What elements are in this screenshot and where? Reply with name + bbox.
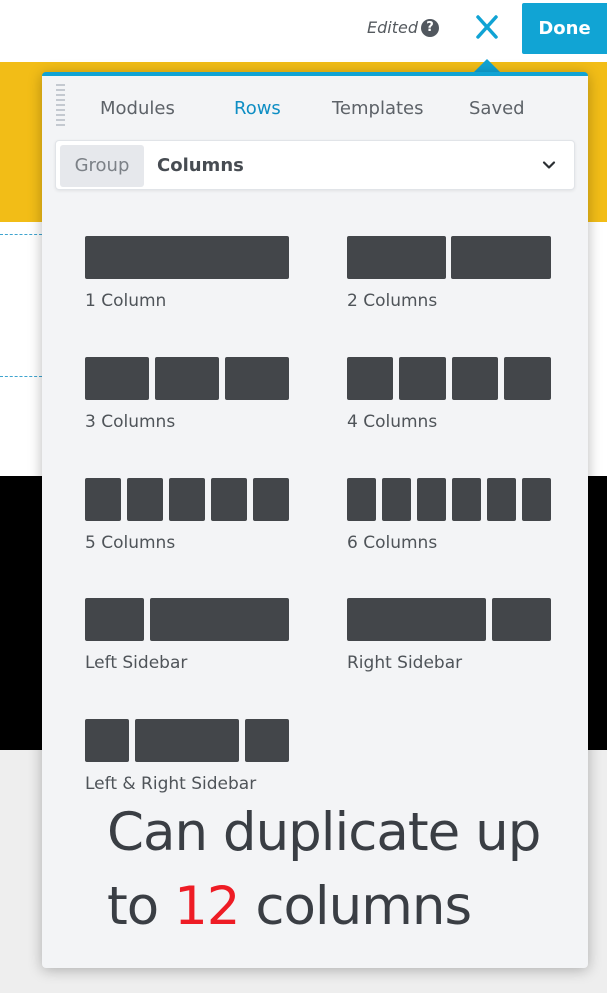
column-block [155, 357, 219, 400]
layout-preview [85, 478, 289, 521]
layout-right-sidebar[interactable]: Right Sidebar [347, 598, 567, 688]
page-header-area [0, 0, 607, 62]
column-block [253, 478, 289, 521]
layout-preview [347, 598, 551, 641]
question-circle-icon[interactable]: ? [421, 19, 439, 37]
column-block [85, 719, 129, 762]
row-outline-guide [0, 376, 42, 377]
column-block [347, 236, 446, 279]
layout-left-sidebar[interactable]: Left Sidebar [85, 598, 305, 688]
group-label: Group [60, 145, 144, 187]
column-block [225, 357, 289, 400]
layout-6-columns[interactable]: 6 Columns [347, 478, 567, 568]
column-block [492, 598, 551, 641]
column-block [135, 719, 239, 762]
row-outline-guide [0, 234, 42, 235]
group-value: Columns [157, 155, 244, 176]
layout-1-column[interactable]: 1 Column [85, 236, 305, 326]
column-block [522, 478, 551, 521]
column-block [169, 478, 205, 521]
caption-suffix: columns [239, 876, 472, 937]
drag-handle-icon[interactable] [56, 84, 65, 128]
column-block [399, 357, 446, 400]
column-block [211, 478, 247, 521]
layout-label: 5 Columns [85, 533, 176, 553]
panel-pointer [474, 59, 500, 72]
column-block [382, 478, 411, 521]
layout-label: Right Sidebar [347, 653, 463, 673]
close-icon[interactable] [470, 10, 504, 44]
layout-label: Left Sidebar [85, 653, 188, 673]
layout-label: Left & Right Sidebar [85, 774, 257, 794]
layout-preview [347, 357, 551, 400]
tab-saved[interactable]: Saved [469, 98, 525, 119]
caption-line-2: to 12 columns [107, 870, 540, 944]
group-dropdown[interactable]: Columns [148, 145, 572, 187]
layout-preview [347, 478, 551, 521]
column-block [347, 598, 486, 641]
layout-preview [85, 719, 289, 762]
column-block [85, 357, 149, 400]
layout-2-columns[interactable]: 2 Columns [347, 236, 567, 326]
layout-preview [85, 598, 289, 641]
layout-preview [85, 236, 289, 279]
column-block [347, 478, 376, 521]
column-block [487, 478, 516, 521]
tab-rows[interactable]: Rows [234, 98, 281, 119]
column-block [347, 357, 393, 400]
column-block [504, 357, 551, 400]
column-block [150, 598, 289, 641]
column-block [452, 357, 498, 400]
layout-label: 6 Columns [347, 533, 438, 553]
chevron-down-icon [542, 161, 556, 169]
layout-5-columns[interactable]: 5 Columns [85, 478, 305, 568]
caption-overlay: Can duplicate up to 12 columns [107, 796, 541, 944]
column-block [451, 236, 551, 279]
tab-templates[interactable]: Templates [332, 98, 424, 119]
column-block [85, 236, 289, 279]
column-block [245, 719, 289, 762]
column-block [85, 598, 144, 641]
tab-modules[interactable]: Modules [100, 98, 175, 119]
caption-prefix: to [107, 876, 175, 937]
layout-4-columns[interactable]: 4 Columns [347, 357, 567, 447]
column-block [452, 478, 481, 521]
caption-line-1: Can duplicate up [107, 802, 541, 863]
column-block [417, 478, 446, 521]
caption-number: 12 [174, 876, 240, 937]
edited-status: Edited [367, 18, 418, 37]
column-block [127, 478, 163, 521]
column-block [85, 478, 121, 521]
layout-label: 1 Column [85, 291, 167, 311]
content-panel: Modules Rows Templates Saved Group Colum… [42, 72, 588, 968]
layout-preview [347, 236, 551, 279]
layout-3-columns[interactable]: 3 Columns [85, 357, 305, 447]
layout-label: 3 Columns [85, 412, 176, 432]
layout-preview [85, 357, 289, 400]
group-selector: Group Columns [55, 140, 575, 190]
layout-label: 4 Columns [347, 412, 438, 432]
layout-label: 2 Columns [347, 291, 438, 311]
done-button[interactable]: Done [522, 3, 607, 54]
